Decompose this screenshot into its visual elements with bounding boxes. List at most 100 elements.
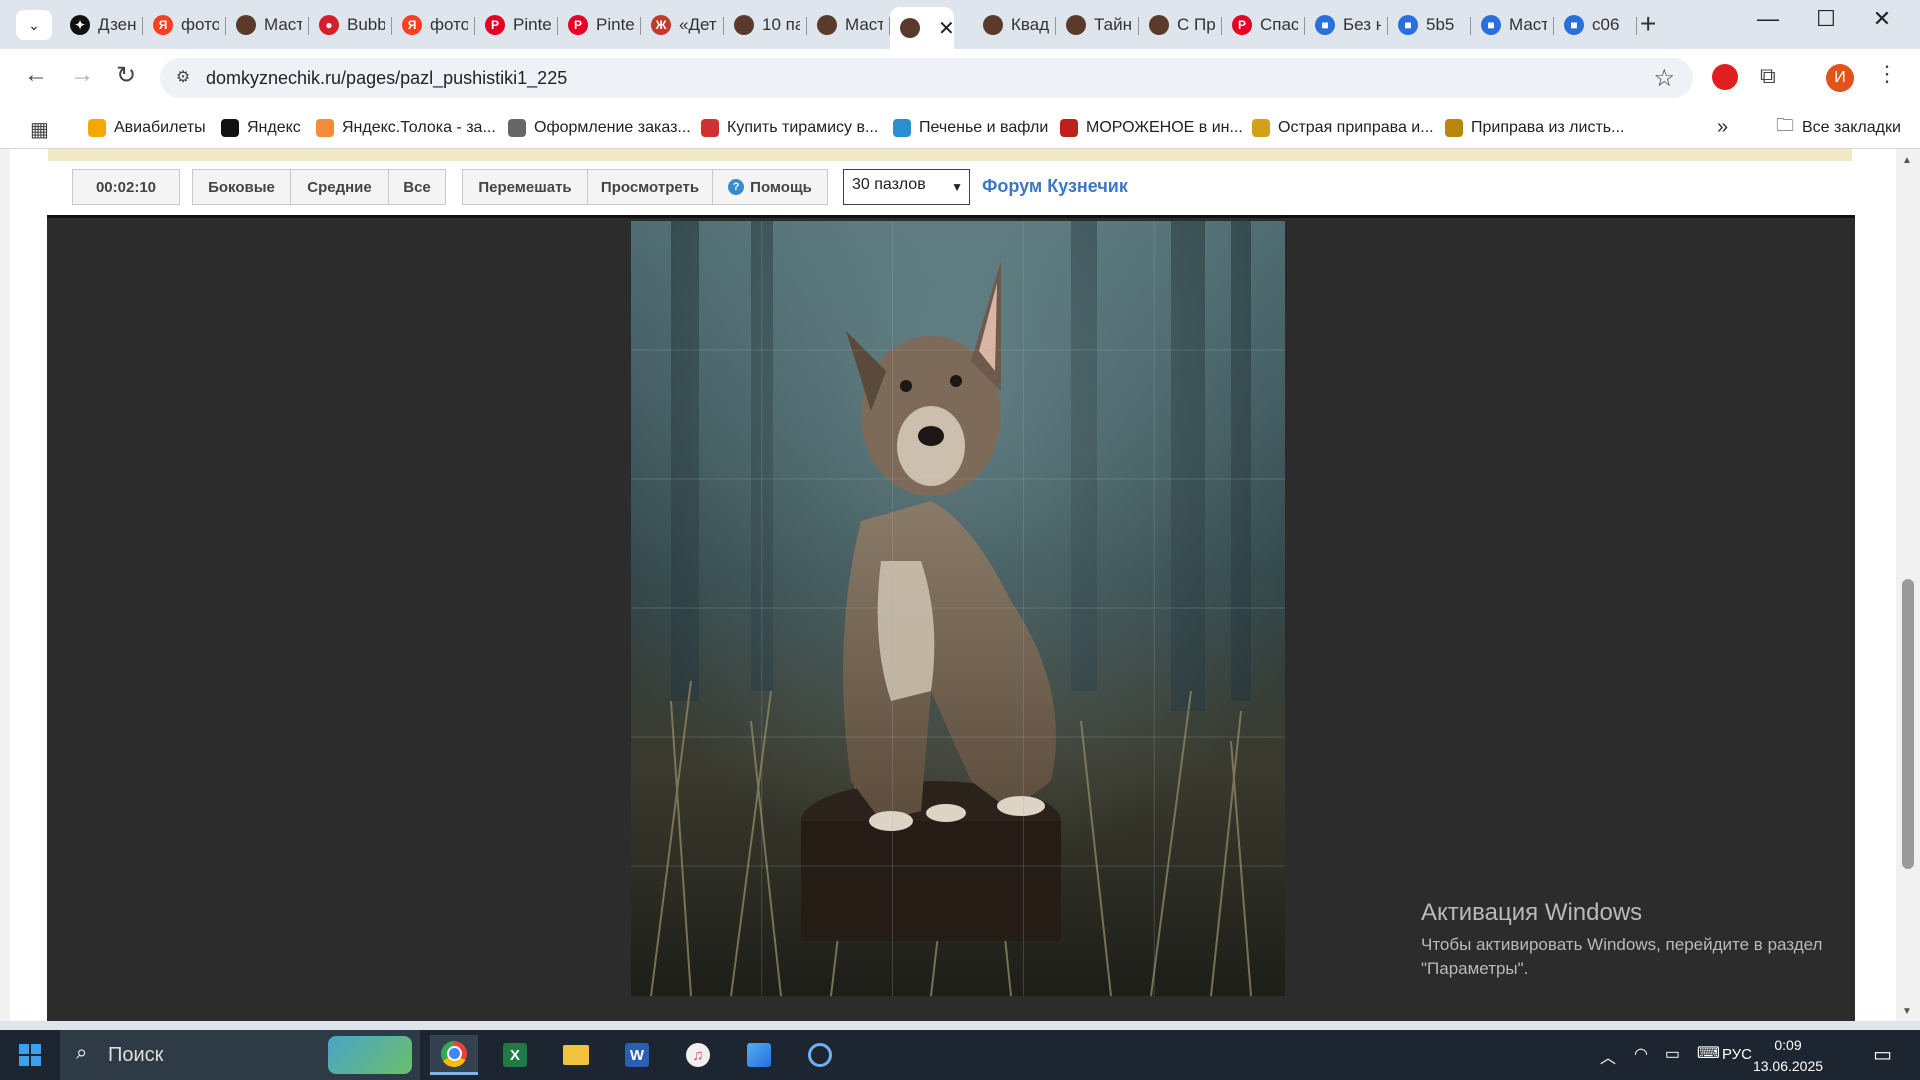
forum-link[interactable]: Форум Кузнечик — [982, 176, 1128, 197]
bookmark-item[interactable]: Приправа из листь... — [1445, 116, 1624, 140]
url-text[interactable]: domkyznechik.ru/pages/pazl_pushistiki1_2… — [206, 68, 567, 89]
windows-activation-watermark: Активация Windows Чтобы активировать Win… — [1421, 899, 1861, 981]
tab-favicon-icon: ■ — [1398, 15, 1418, 35]
tab-title: Pinterest — [596, 15, 634, 34]
clock-time[interactable]: 0:09 — [1738, 1037, 1838, 1053]
browser-tab[interactable]: Яфото — [392, 7, 475, 43]
browser-tab[interactable]: Ж «Дети — [641, 7, 724, 43]
browser-tab[interactable]: ● Bubble — [309, 7, 392, 43]
browser-tab[interactable]: ■ 5b5 — [1388, 7, 1471, 43]
reload-button[interactable]: ↻ — [108, 61, 144, 90]
site-info-icon[interactable]: ⚙ — [172, 67, 194, 89]
browser-tab[interactable]: ■ Без названия — [1305, 7, 1388, 43]
maximize-button[interactable]: ☐ — [1806, 6, 1846, 32]
browser-tab[interactable]: Мастер — [226, 7, 309, 43]
back-button[interactable]: ← — [18, 61, 54, 89]
bookmark-star-icon[interactable]: ☆ — [1653, 64, 1675, 93]
scroll-down-arrow-icon[interactable]: ▼ — [1902, 1006, 1912, 1017]
apps-grid-icon[interactable]: ▦ — [30, 117, 49, 142]
scroll-up-arrow-icon[interactable]: ▲ — [1902, 155, 1912, 166]
browser-tab[interactable]: P Pinterest — [475, 7, 558, 43]
bookmark-item[interactable]: Яндекс — [221, 116, 301, 140]
address-bar[interactable]: ⚙ domkyznechik.ru/pages/pazl_pushistiki1… — [160, 58, 1693, 98]
bookmark-item[interactable]: Острая приправа и... — [1252, 116, 1434, 140]
tab-title: Без названия — [1343, 15, 1381, 34]
tab-title: c06 — [1592, 15, 1620, 34]
bookmark-favicon-icon — [1060, 119, 1078, 137]
page-left-gutter — [0, 149, 10, 1021]
media-app-taskbar-icon[interactable] — [796, 1035, 844, 1075]
keyboard-icon[interactable]: ⌨ — [1697, 1043, 1720, 1063]
piece-count-select[interactable]: 30 пазлов ▼ — [843, 169, 970, 205]
forward-button[interactable]: → — [64, 61, 100, 89]
tray-overflow-icon[interactable]: ︿ — [1600, 1044, 1616, 1068]
close-tab-icon[interactable]: ✕ — [938, 16, 954, 41]
notification-icon[interactable]: ▭ — [1873, 1042, 1892, 1067]
all-bookmarks-button[interactable]: 🗀 Все закладки — [1776, 115, 1901, 140]
dog-photo — [631, 221, 1285, 996]
menu-icon[interactable]: ⋮ — [1876, 61, 1898, 87]
bookmark-label: Яндекс.Толока - за... — [342, 119, 496, 136]
bookmark-item[interactable]: МОРОЖЕНОЕ в ин... — [1060, 116, 1243, 140]
browser-tab[interactable]: ✦ Дзен — [60, 7, 143, 43]
shuffle-button[interactable]: Перемешать — [462, 169, 588, 205]
bookmark-label: Оформление заказ... — [534, 119, 691, 136]
scroll-thumb[interactable] — [1902, 579, 1914, 869]
preview-button[interactable]: Просмотреть — [587, 169, 713, 205]
middle-pieces-button[interactable]: Средние — [290, 169, 389, 205]
taskbar-search[interactable]: ⌕ Поиск — [60, 1030, 420, 1080]
itunes-taskbar-icon[interactable]: ♫ — [674, 1035, 722, 1075]
tab-favicon-icon: ■ — [1315, 15, 1335, 35]
tab-title: Дзен — [98, 15, 136, 34]
start-button[interactable] — [0, 1030, 60, 1080]
activation-title: Активация Windows — [1421, 899, 1643, 926]
browser-tab[interactable]: 10 пазлов — [724, 7, 807, 43]
bookmark-item[interactable]: Печенье и вафли — [893, 116, 1048, 140]
bookmark-label: МОРОЖЕНОЕ в ин... — [1086, 119, 1243, 136]
browser-tab[interactable]: ■ c06 — [1554, 7, 1637, 43]
file-explorer-taskbar-icon[interactable] — [552, 1035, 600, 1075]
battery-icon[interactable]: ▭ — [1665, 1044, 1680, 1064]
all-pieces-button[interactable]: Все — [388, 169, 446, 205]
paint-taskbar-icon[interactable] — [735, 1035, 783, 1075]
browser-tab[interactable]: P Спасибо — [1222, 7, 1305, 43]
browser-tab[interactable]: С Праздником — [1139, 7, 1222, 43]
browser-tab[interactable]: ✕ — [890, 7, 954, 49]
clock-date[interactable]: 13.06.2025 — [1738, 1058, 1838, 1074]
word-taskbar-icon[interactable]: W — [613, 1035, 661, 1075]
tab-strip: ⌄ ✦ Дзен Яфотографии Мастер ● Bubble Яфото P Pin… — [0, 0, 1920, 49]
close-window-button[interactable]: ✕ — [1862, 6, 1902, 32]
browser-tab[interactable]: Яфотографии — [143, 7, 226, 43]
piece-count-value: 30 пазлов — [852, 176, 926, 193]
browser-tab[interactable]: ■ Мастер — [1471, 7, 1554, 43]
excel-taskbar-icon[interactable]: X — [491, 1035, 539, 1075]
search-icon: ⌕ — [76, 1042, 88, 1064]
help-button[interactable]: ? Помощь — [712, 169, 828, 205]
tab-favicon-icon — [1066, 15, 1086, 35]
bookmark-item[interactable]: Оформление заказ... — [508, 116, 691, 140]
bookmark-item[interactable]: Купить тирамису в... — [701, 116, 878, 140]
page-scrollbar[interactable]: ▲ ▼ — [1896, 149, 1920, 1021]
tab-title: Тайна — [1094, 15, 1132, 34]
bookmark-favicon-icon — [893, 119, 911, 137]
bookmarks-overflow-button[interactable]: » — [1717, 116, 1728, 139]
browser-tab[interactable]: Квадрат — [973, 7, 1056, 43]
browser-tab[interactable]: Мастер — [807, 7, 890, 43]
edge-pieces-button[interactable]: Боковые — [192, 169, 291, 205]
profile-avatar[interactable]: И — [1826, 64, 1854, 92]
new-tab-button[interactable]: + — [1640, 8, 1656, 40]
tab-favicon-icon — [236, 15, 256, 35]
folder-icon: 🗀 — [1776, 115, 1794, 135]
adblock-extension-icon[interactable] — [1712, 64, 1738, 90]
bookmark-item[interactable]: Яндекс.Толока - за... — [316, 116, 496, 140]
tab-search-button[interactable]: ⌄ — [16, 10, 52, 40]
browser-tab[interactable]: P Pinterest — [558, 7, 641, 43]
wifi-icon[interactable]: ◠ — [1634, 1044, 1648, 1064]
header-banner-strip — [48, 149, 1852, 161]
puzzle-image[interactable] — [631, 221, 1285, 996]
minimize-button[interactable]: — — [1748, 6, 1788, 32]
browser-tab[interactable]: Тайна — [1056, 7, 1139, 43]
chrome-taskbar-icon[interactable] — [430, 1035, 478, 1075]
extensions-icon[interactable]: ⧉ — [1760, 63, 1776, 89]
bookmark-item[interactable]: Авиабилеты — [88, 116, 206, 140]
